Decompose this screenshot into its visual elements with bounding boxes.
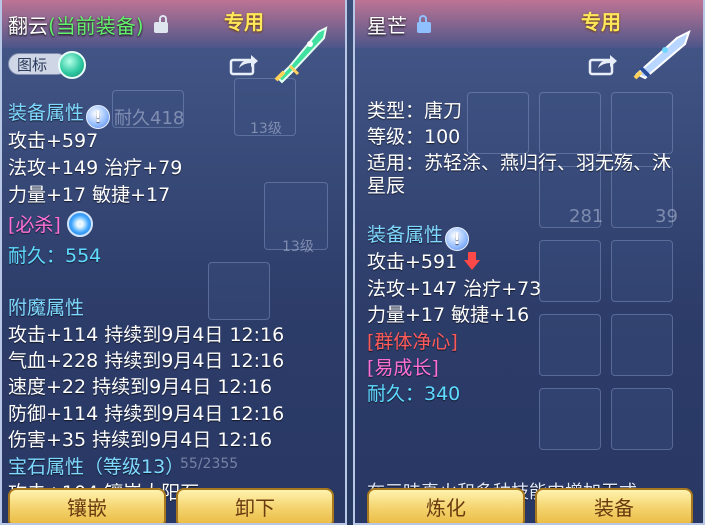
item-usable-cont: 星辰 [367, 175, 406, 197]
special-skill: [群体净心] [367, 331, 458, 353]
icon-toggle[interactable]: 图标 [8, 51, 88, 79]
weapon-blade-icon [631, 24, 693, 86]
enchant-line: 防御+114 持续到9月4日 12:16 [8, 403, 285, 425]
bg-durability-text: 耐久418 [114, 108, 185, 129]
enchant-line: 速度+22 持续到9月4日 12:16 [8, 376, 273, 398]
current-equip-status: (当前装备) [48, 14, 144, 38]
bg-count-text: 39 [655, 206, 678, 227]
durability: 耐久：554 [8, 245, 102, 267]
toggle-knob[interactable] [58, 51, 86, 79]
lock-icon[interactable] [417, 15, 432, 33]
gem-heading: 宝石属性（等级13） [8, 456, 185, 478]
enchant-heading: 附魔属性 [8, 297, 85, 319]
refine-button[interactable]: 炼化 [367, 488, 525, 523]
compare-equipment-panel: 281 39 星芒 专用 类型：唐刀 等级：100 适用：苏轻涂、燕归行、羽无殇… [353, 0, 705, 525]
bg-level-text: 13级 [250, 121, 282, 137]
bg-slot [539, 240, 601, 302]
inlay-button[interactable]: 镶嵌 [8, 488, 166, 523]
attr-line: 力量+17 敏捷+16 [367, 304, 530, 326]
attr-line: 法攻+149 治疗+79 [8, 157, 183, 179]
exclusive-tag: 专用 [224, 10, 264, 34]
bg-slot [467, 92, 529, 154]
attr-line: 力量+17 敏捷+17 [8, 184, 171, 206]
unlock-icon[interactable] [153, 15, 168, 33]
special-trait: [易成长] [367, 357, 439, 379]
attr-heading: 装备属性! [8, 98, 111, 129]
bg-slot [611, 314, 673, 376]
item-level: 等级：100 [367, 126, 461, 148]
current-equipment-panel: 耐久418 13级 13级 55/2355 翻云(当前装备) 专用 图标 装备属… [0, 0, 347, 525]
bg-slot [611, 240, 673, 302]
down-arrow-icon [464, 252, 481, 270]
bg-slot [539, 314, 601, 376]
bg-slot [611, 388, 673, 450]
share-icon[interactable] [229, 52, 259, 76]
weapon-blade-icon [270, 24, 332, 86]
attr-heading-text: 装备属性 [367, 224, 444, 246]
attr-line: 法攻+147 治疗+73 [367, 278, 542, 300]
bg-slot [611, 92, 673, 154]
exclusive-tag: 专用 [581, 10, 621, 34]
bg-level-text: 13级 [282, 239, 314, 255]
item-title: 星芒 [367, 10, 432, 39]
bg-count-text: 281 [569, 206, 604, 227]
item-usable: 适用：苏轻涂、燕归行、羽无殇、沐 [367, 152, 672, 174]
bg-slot [539, 92, 601, 154]
unequip-button[interactable]: 卸下 [176, 488, 334, 523]
special-skill: [必杀] [8, 210, 93, 237]
item-type: 类型：唐刀 [367, 100, 463, 122]
enchant-line: 伤害+35 持续到9月4日 12:16 [8, 429, 273, 451]
attr-line: 攻击+597 [8, 130, 99, 152]
attr-line: 攻击+591 [367, 247, 481, 274]
enchant-line: 气血+228 持续到9月4日 12:16 [8, 350, 285, 372]
enchant-line: 攻击+114 持续到9月4日 12:16 [8, 324, 285, 346]
item-title: 翻云(当前装备) [8, 10, 168, 39]
item-name: 星芒 [367, 14, 407, 38]
attr-line-text: 攻击+591 [367, 251, 458, 273]
equip-button[interactable]: 装备 [535, 488, 693, 523]
bg-slot [208, 262, 270, 320]
share-icon[interactable] [588, 52, 618, 76]
durability: 耐久：340 [367, 383, 461, 405]
special-skill-text: [必杀] [8, 214, 61, 236]
item-name: 翻云 [8, 14, 48, 38]
bg-slot [539, 388, 601, 450]
skill-crit-icon[interactable] [66, 211, 93, 237]
bg-progress-text: 55/2355 [180, 456, 239, 472]
attr-heading-text: 装备属性 [8, 102, 85, 124]
